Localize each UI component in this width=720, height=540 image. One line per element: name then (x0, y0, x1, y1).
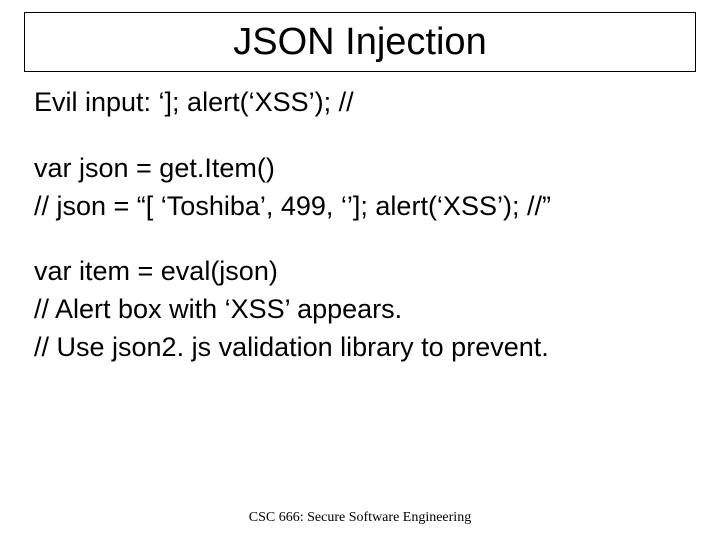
slide-footer: CSC 666: Secure Software Engineering (0, 510, 720, 526)
slide-body: Evil input: ‘]; alert(‘XSS’); // var jso… (34, 86, 686, 369)
title-box: JSON Injection (24, 12, 696, 72)
spacer (34, 227, 686, 255)
body-line: // Use json2. js validation library to p… (34, 331, 686, 365)
body-line: // Alert box with ‘XSS’ appears. (34, 293, 686, 327)
body-line: // json = “[ ‘Toshiba’, 499, ‘’]; alert(… (34, 190, 686, 224)
body-line: Evil input: ‘]; alert(‘XSS’); // (34, 86, 686, 120)
slide-title: JSON Injection (233, 21, 486, 64)
body-line: var json = get.Item() (34, 152, 686, 186)
spacer (34, 124, 686, 152)
body-line: var item = eval(json) (34, 255, 686, 289)
slide: JSON Injection Evil input: ‘]; alert(‘XS… (0, 0, 720, 540)
